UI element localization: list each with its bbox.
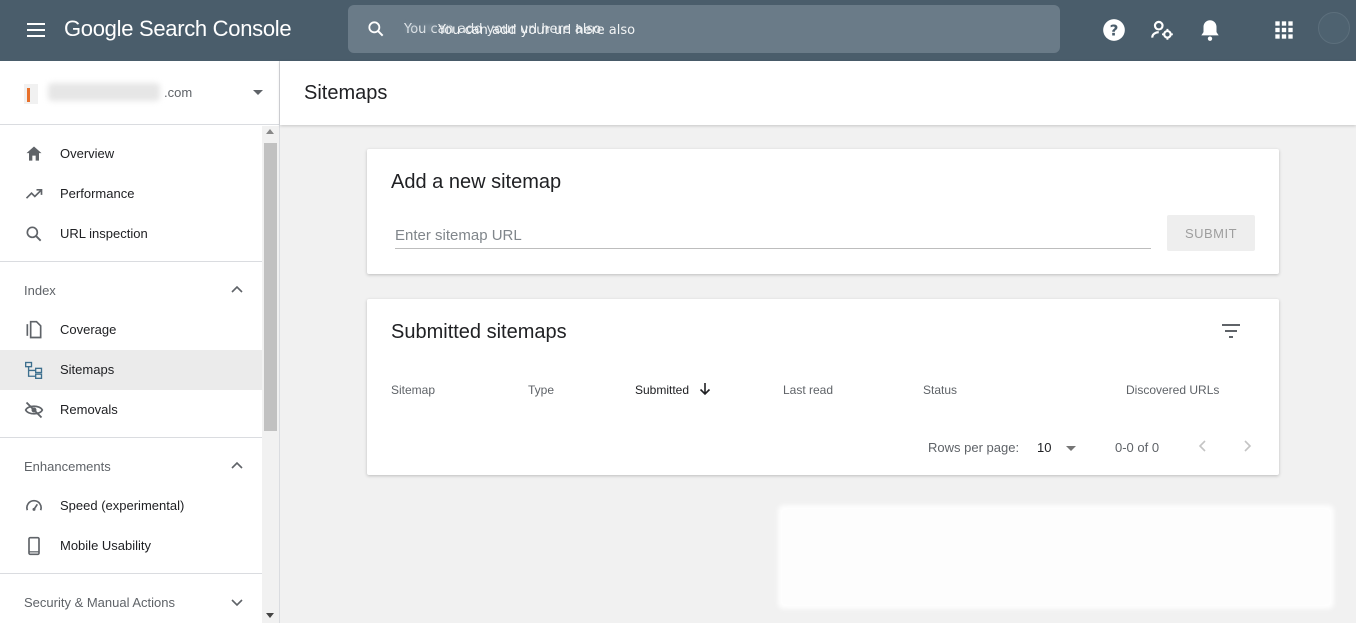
sidebar-item-label: Sitemaps (60, 362, 115, 377)
app-logo[interactable]: Google Search Console (64, 16, 292, 42)
chevron-down-icon[interactable] (1066, 446, 1076, 451)
arrow-down-icon[interactable] (698, 381, 712, 397)
search-placeholder-text: You can add your url here also (438, 23, 636, 38)
section-title: Index (24, 283, 56, 298)
trending-up-icon (25, 189, 43, 199)
filter-icon[interactable] (1219, 319, 1243, 343)
menu-icon[interactable] (24, 18, 48, 42)
sidebar-item-sitemaps[interactable]: Sitemaps (0, 350, 262, 390)
chevron-down-icon[interactable] (253, 90, 263, 95)
scroll-down-arrow-icon[interactable] (266, 613, 274, 618)
sidebar-item-label: Overview (60, 146, 115, 161)
page-header: Sitemaps (280, 61, 1356, 125)
column-header-discovered-urls[interactable]: Discovered URLs (1126, 383, 1219, 397)
column-header-type[interactable]: Type (528, 383, 554, 397)
search-icon (26, 226, 42, 242)
submitted-sitemaps-card: Submitted sitemaps Sitemap Type Submitte… (367, 299, 1279, 475)
speedometer-icon (26, 499, 42, 511)
sitemap-icon (25, 361, 43, 379)
section-title: Enhancements (24, 459, 111, 474)
scroll-up-arrow-icon[interactable] (266, 129, 274, 134)
pagination-range: 0-0 of 0 (1115, 440, 1160, 455)
account-avatar[interactable] (1318, 12, 1350, 44)
scroll-thumb[interactable] (264, 143, 277, 431)
column-header-submitted[interactable]: Submitted (635, 383, 689, 397)
sidebar-item-label: Performance (60, 186, 135, 201)
sidebar-nav: Overview Performance URL inspection Inde… (0, 126, 262, 623)
rows-per-page-select[interactable]: 10 (1037, 440, 1051, 455)
visibility-off-icon (24, 401, 44, 419)
users-settings-icon[interactable] (1149, 17, 1175, 43)
chevron-up-icon[interactable] (229, 282, 245, 298)
notifications-icon[interactable] (1197, 17, 1223, 43)
card-title: Add a new sitemap (391, 171, 562, 193)
section-title: Security & Manual Actions (24, 595, 176, 610)
smartphone-icon (28, 536, 40, 556)
property-name-blurred (48, 83, 160, 101)
submit-button[interactable]: SUBMIT (1167, 215, 1255, 251)
chevron-left-icon[interactable] (1195, 437, 1211, 455)
section-header-enhancements[interactable]: Enhancements (0, 446, 262, 486)
home-icon (26, 146, 42, 161)
sidebar-item-speed[interactable]: Speed (experimental) (0, 486, 262, 526)
column-header-status[interactable]: Status (923, 383, 957, 397)
divider (0, 573, 262, 574)
property-favicon-icon (24, 84, 38, 104)
svg-text:?: ? (1110, 21, 1119, 39)
divider (0, 437, 262, 438)
chevron-down-icon[interactable] (229, 594, 245, 610)
page-title: Sitemaps (304, 82, 388, 104)
property-name: .com (164, 85, 193, 100)
add-sitemap-card: Add a new sitemap SUBMIT (367, 149, 1279, 274)
sidebar-item-coverage[interactable]: Coverage (0, 310, 262, 350)
section-header-security[interactable]: Security & Manual Actions (0, 582, 262, 622)
sidebar-item-label: Coverage (60, 322, 117, 337)
sitemap-url-input[interactable] (395, 223, 1151, 249)
sidebar-item-label: Removals (60, 402, 118, 417)
sidebar: .com Overview Performance URL inspection… (0, 61, 280, 623)
divider (0, 261, 262, 262)
top-app-bar: Google Search Console in rn m ? (0, 0, 1356, 61)
rows-per-page-label: Rows per page: (928, 440, 1020, 455)
section-header-index[interactable]: Index (0, 270, 262, 310)
column-header-sitemap[interactable]: Sitemap (391, 383, 435, 397)
sidebar-item-label: URL inspection (60, 226, 148, 241)
property-selector[interactable]: .com (0, 61, 279, 125)
search-icon[interactable] (366, 19, 386, 39)
help-icon[interactable]: ? (1101, 17, 1127, 43)
sidebar-item-label: Mobile Usability (60, 538, 152, 553)
card-title: Submitted sitemaps (391, 321, 567, 343)
chevron-up-icon[interactable] (229, 458, 245, 474)
chevron-right-icon[interactable] (1239, 437, 1255, 455)
copy-icon (26, 320, 42, 339)
sidebar-item-overview[interactable]: Overview (0, 134, 262, 174)
sidebar-item-performance[interactable]: Performance (0, 174, 262, 214)
sidebar-item-url-inspection[interactable]: URL inspection (0, 214, 262, 254)
redacted-area (778, 505, 1334, 609)
sidebar-item-mobile-usability[interactable]: Mobile Usability (0, 526, 262, 566)
apps-icon[interactable] (1271, 17, 1297, 43)
sidebar-item-removals[interactable]: Removals (0, 390, 262, 430)
sidebar-item-label: Speed (experimental) (60, 498, 185, 513)
column-header-last-read[interactable]: Last read (783, 383, 833, 397)
sidebar-scrollbar[interactable] (262, 126, 279, 623)
